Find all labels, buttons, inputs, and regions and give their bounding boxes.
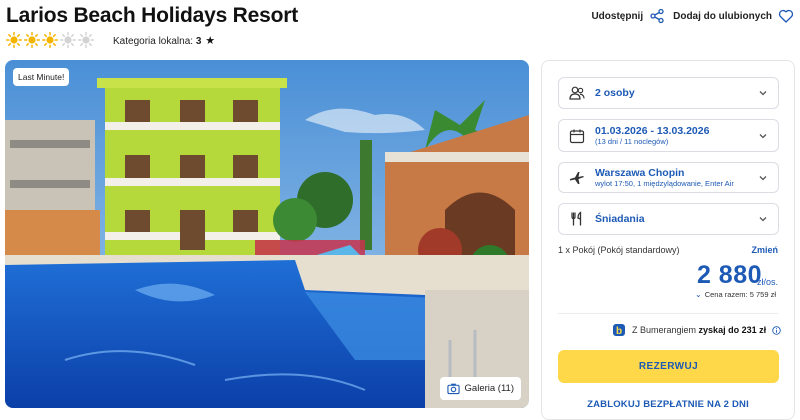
- board-value: Śniadania: [595, 212, 645, 225]
- hotel-photo[interactable]: Last Minute! Galeria (11): [5, 60, 529, 408]
- rating-suns: [6, 32, 94, 48]
- hotel-photo-illustration: [5, 60, 529, 408]
- departure-select[interactable]: Warszawa Chopin wylot 17:50, 1 międzyląd…: [558, 162, 779, 193]
- dates-select[interactable]: 01.03.2026 - 13.03.2026 (13 dni / 11 noc…: [558, 119, 779, 152]
- cutlery-icon: [571, 211, 582, 226]
- svg-text:b: b: [616, 326, 622, 337]
- calendar-icon: [569, 129, 585, 143]
- bumerang-prefix: Z Bumerangiem: [632, 325, 697, 335]
- category-label: Kategoria lokalna:: [113, 36, 194, 47]
- chevron-down-icon: [759, 133, 767, 138]
- price-unit: zł/os.: [756, 277, 778, 287]
- sun-icon: [78, 32, 94, 48]
- persons-icon: [569, 86, 585, 100]
- total-price-label: Cena razem: 5 759 zł: [704, 290, 776, 299]
- info-icon[interactable]: [772, 325, 781, 335]
- reserve-button[interactable]: REZERWUJ: [558, 350, 779, 383]
- share-button[interactable]: Udostępnij: [591, 8, 665, 24]
- chevron-down-icon: ⌄: [695, 290, 702, 299]
- last-minute-badge: Last Minute!: [13, 68, 70, 86]
- chevron-down-icon: [759, 91, 767, 96]
- header-actions: Udostępnij Dodaj do ulubionych: [591, 8, 794, 24]
- sun-icon: [42, 32, 58, 48]
- dates-duration: (13 dni / 11 noclegów): [595, 136, 669, 146]
- gallery-button[interactable]: Galeria (11): [439, 377, 521, 400]
- departure-details: wylot 17:50, 1 międzylądowanie, Enter Ai…: [595, 178, 734, 188]
- sun-icon: [24, 32, 40, 48]
- bumerang-logo-icon: b: [613, 324, 625, 337]
- booking-panel: 2 osoby 01.03.2026 - 13.03.2026 (13 dni …: [541, 60, 795, 420]
- bumerang-amount: zyskaj do 231 zł: [698, 325, 767, 335]
- sun-icon: [60, 32, 76, 48]
- camera-icon: [446, 383, 460, 395]
- room-summary: 1 x Pokój (Pokój standardowy): [558, 245, 680, 255]
- gallery-label: Galeria (11): [464, 383, 514, 394]
- change-link[interactable]: Zmień: [751, 245, 778, 255]
- chevron-down-icon: [759, 217, 767, 222]
- heart-icon: [778, 9, 794, 23]
- category-value: 3: [195, 36, 202, 47]
- total-price[interactable]: ⌄ Cena razem: 5 759 zł: [695, 290, 776, 299]
- star-icon: ★: [205, 35, 216, 47]
- favorite-label: Dodaj do ulubionych: [673, 10, 772, 22]
- share-label: Udostępnij: [591, 10, 644, 22]
- chevron-down-icon: [759, 175, 767, 180]
- plane-icon: [570, 171, 584, 184]
- local-category: Kategoria lokalna: 3 ★: [113, 34, 215, 47]
- price-per-person: 2 880: [696, 261, 762, 289]
- favorite-button[interactable]: Dodaj do ulubionych: [673, 8, 794, 24]
- share-icon: [650, 8, 664, 24]
- divider: [558, 313, 778, 314]
- block-free-link[interactable]: ZABLOKUJ BEZPŁATNIE NA 2 DNI: [542, 399, 794, 410]
- board-select[interactable]: Śniadania: [558, 203, 779, 235]
- persons-value: 2 osoby: [595, 86, 635, 99]
- departure-value: Warszawa Chopin: [595, 166, 685, 179]
- persons-select[interactable]: 2 osoby: [558, 77, 779, 109]
- bumerang-info: b Z Bumerangiem zyskaj do 231 zł: [612, 323, 781, 337]
- dates-value: 01.03.2026 - 13.03.2026: [595, 124, 710, 137]
- sun-icon: [6, 32, 22, 48]
- hotel-title: Larios Beach Holidays Resort: [6, 4, 298, 27]
